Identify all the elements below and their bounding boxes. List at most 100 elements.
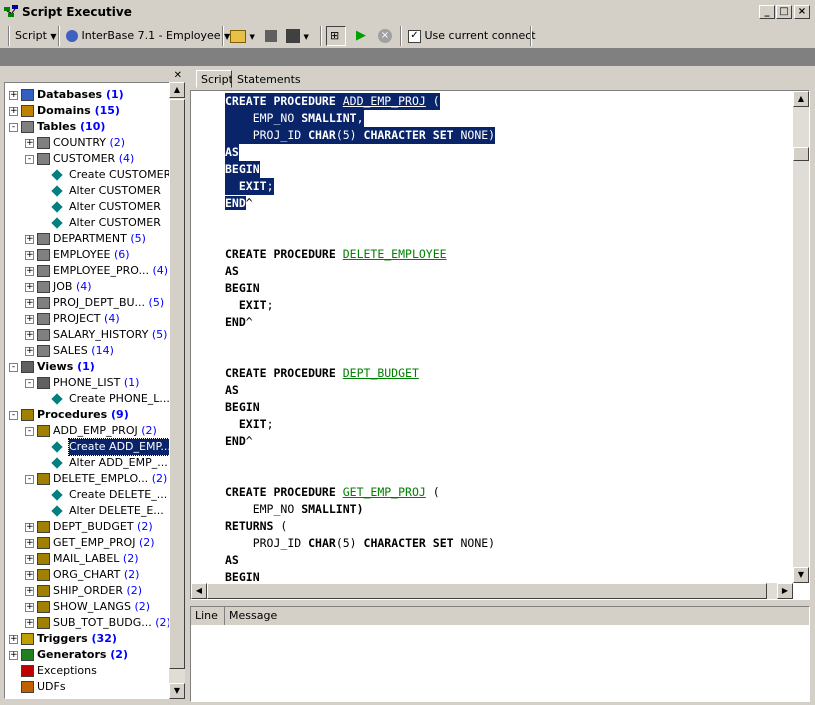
column-line[interactable]: Line: [191, 607, 225, 625]
expand-icon[interactable]: +: [25, 283, 34, 292]
minimize-button[interactable]: _: [759, 5, 775, 19]
expand-icon[interactable]: +: [9, 635, 18, 644]
tree-item-text: Alter CUSTOMER: [69, 216, 161, 229]
expand-icon[interactable]: +: [25, 603, 34, 612]
tree-item-text: MAIL_LABEL: [53, 552, 120, 565]
expand-icon[interactable]: +: [25, 555, 34, 564]
database-icon: [21, 89, 34, 101]
checkbox-checked-icon: ✓: [408, 29, 421, 43]
generator-icon: [21, 649, 34, 661]
collapse-icon[interactable]: -: [9, 411, 18, 420]
tree-item-label: Alter CUSTOMER: [69, 199, 161, 215]
procedure-icon: [37, 601, 50, 613]
tree-item-text: GET_EMP_PROJ: [53, 536, 136, 549]
scroll-thumb[interactable]: [169, 99, 185, 669]
procedure-icon: [37, 569, 50, 581]
editor-horizontal-scrollbar[interactable]: ◀ ▶: [191, 583, 793, 599]
tree-item-text: Alter ADD_EMP_...: [69, 456, 168, 469]
scroll-thumb[interactable]: [207, 583, 767, 599]
expand-icon[interactable]: +: [25, 571, 34, 580]
tab-script[interactable]: Script: [196, 70, 233, 88]
expand-icon[interactable]: +: [25, 619, 34, 628]
save-all-button[interactable]: ▼: [286, 27, 309, 45]
use-current-connect-label: Use current connect: [424, 29, 536, 42]
toolbar-separator: [530, 26, 532, 46]
close-button[interactable]: ×: [794, 5, 810, 19]
tree-item-text: SHOW_LANGS: [53, 600, 131, 613]
dropdown-arrow-icon: ▼: [249, 33, 255, 41]
tree-item-label: PROJECT (4): [53, 311, 120, 327]
play-icon: ▶: [356, 28, 366, 43]
collapse-icon[interactable]: -: [25, 379, 34, 388]
expand-icon[interactable]: +: [25, 267, 34, 276]
toggle-tree-button[interactable]: ⊞: [326, 26, 346, 46]
script-editor[interactable]: CREATE PROCEDURE ADD_EMP_PROJ ( EMP_NO S…: [190, 90, 810, 600]
tree-item-count: (9): [111, 408, 129, 421]
table-icon: [21, 121, 34, 133]
expand-icon[interactable]: +: [25, 235, 34, 244]
use-current-connect-checkbox[interactable]: ✓ Use current connect: [408, 27, 536, 45]
tree-item-count: (4): [152, 264, 169, 277]
tree-item-label: Create PHONE_L...: [69, 391, 169, 407]
collapse-icon[interactable]: -: [9, 363, 18, 372]
database-combo[interactable]: InterBase 7.1 - Employee ▼: [66, 27, 230, 45]
expand-icon[interactable]: +: [25, 587, 34, 596]
maximize-button[interactable]: □: [776, 5, 792, 19]
tree-item-count: (2): [155, 616, 170, 629]
tree-item-text: JOB: [53, 280, 73, 293]
expand-icon[interactable]: +: [25, 331, 34, 340]
tree-item-label: SHOW_LANGS (2): [53, 599, 150, 615]
collapse-icon[interactable]: -: [25, 475, 34, 484]
tree-item-count: (2): [137, 520, 153, 533]
stop-button[interactable]: ×: [378, 27, 392, 45]
tree-item-label: COUNTRY (2): [53, 135, 125, 151]
expand-icon[interactable]: +: [25, 539, 34, 548]
tree-item-text: Tables: [37, 120, 77, 133]
toolbar: Script ▼ InterBase 7.1 - Employee ▼ ▼ ▼ …: [0, 24, 815, 48]
table-icon: [37, 345, 50, 357]
tab-statements[interactable]: Statements: [232, 70, 301, 88]
scroll-thumb[interactable]: [793, 147, 809, 161]
tree-icon: ⊞: [330, 29, 340, 42]
editor-vertical-scrollbar[interactable]: ▲ ▼: [793, 91, 809, 583]
tree-vertical-scrollbar[interactable]: ▲ ▼: [169, 82, 185, 699]
expand-icon[interactable]: +: [9, 91, 18, 100]
table-icon: [37, 297, 50, 309]
close-panel-icon[interactable]: ✕: [174, 70, 182, 81]
tree-item-count: (2): [123, 568, 140, 581]
scroll-down-icon[interactable]: ▼: [793, 567, 809, 583]
script-menu-button[interactable]: Script ▼: [15, 27, 57, 45]
scroll-down-icon[interactable]: ▼: [169, 683, 185, 699]
collapse-icon[interactable]: -: [9, 123, 18, 132]
tree-item-label: Procedures (9): [37, 407, 129, 423]
run-script-button[interactable]: ▶: [356, 27, 366, 45]
column-message[interactable]: Message: [225, 607, 425, 625]
code-line: CREATE PROCEDURE ADD_EMP_PROJ (: [225, 93, 440, 110]
collapse-icon[interactable]: -: [25, 155, 34, 164]
scroll-right-icon[interactable]: ▶: [777, 583, 793, 599]
scroll-up-icon[interactable]: ▲: [169, 82, 185, 98]
tree-item-count: (4): [118, 152, 135, 165]
expand-icon[interactable]: +: [9, 107, 18, 116]
expand-icon[interactable]: +: [9, 651, 18, 660]
expand-icon[interactable]: +: [25, 251, 34, 260]
expand-icon[interactable]: +: [25, 299, 34, 308]
expand-icon[interactable]: +: [25, 347, 34, 356]
expand-icon[interactable]: +: [25, 139, 34, 148]
scroll-left-icon[interactable]: ◀: [191, 583, 207, 599]
expand-icon[interactable]: +: [25, 315, 34, 324]
tree-item-label: SHIP_ORDER (2): [53, 583, 142, 599]
scroll-up-icon[interactable]: ▲: [793, 91, 809, 107]
tree-item-label: GET_EMP_PROJ (2): [53, 535, 155, 551]
collapse-icon[interactable]: -: [25, 427, 34, 436]
code-line: EMP_NO SMALLINT): [252, 502, 364, 516]
tree-item-count: (5): [148, 296, 165, 309]
open-folder-button[interactable]: ▼: [230, 27, 255, 45]
save-button[interactable]: [265, 27, 277, 45]
tree-item-label: SUB_TOT_BUDG... (2): [53, 615, 170, 631]
tree-item-label: CUSTOMER (4): [53, 151, 134, 167]
expand-icon[interactable]: +: [25, 523, 34, 532]
tree-item-label: Domains (15): [37, 103, 120, 119]
tree-item-label: MAIL_LABEL (2): [53, 551, 139, 567]
tree-item-text: Create DELETE_...: [69, 488, 168, 501]
